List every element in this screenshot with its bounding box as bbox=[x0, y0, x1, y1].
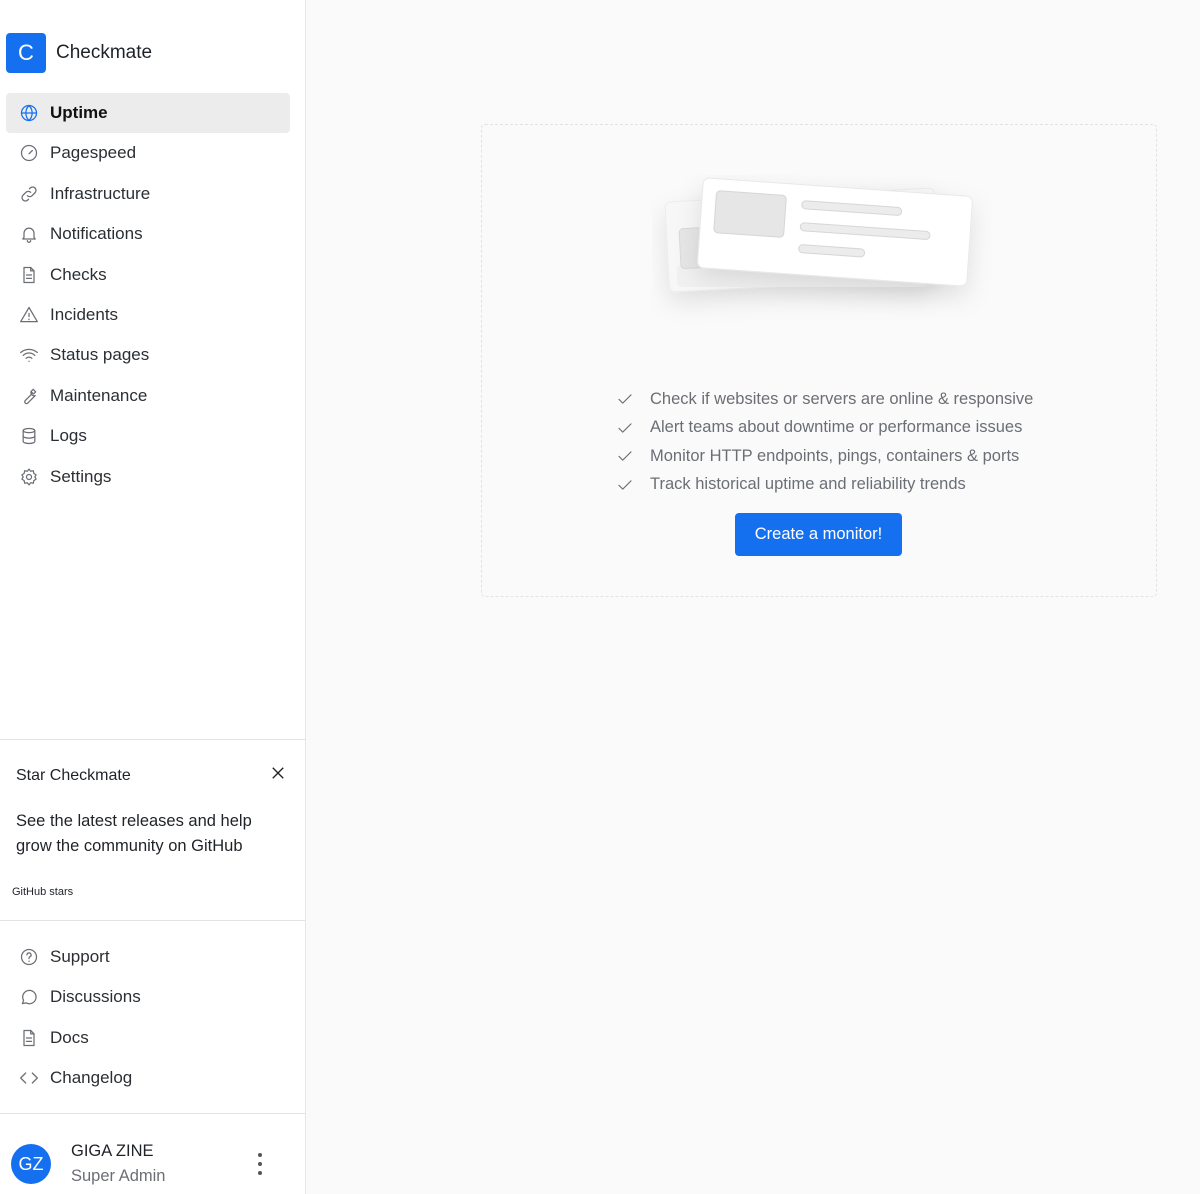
empty-state-illustration bbox=[652, 175, 992, 335]
star-card-title: Star Checkmate bbox=[16, 767, 131, 784]
sidebar-item-label: Docs bbox=[50, 1027, 89, 1047]
globe-icon bbox=[19, 103, 39, 123]
user-profile: GZ GIGA ZINE Super Admin bbox=[0, 1114, 305, 1194]
sidebar-item-label: Uptime bbox=[50, 103, 108, 122]
create-monitor-button[interactable]: Create a monitor! bbox=[735, 513, 902, 556]
sidebar-item-support[interactable]: Support bbox=[6, 937, 290, 977]
sidebar-item-status-pages[interactable]: Status pages bbox=[6, 335, 290, 375]
feature-item: Monitor HTTP endpoints, pings, container… bbox=[616, 442, 1076, 471]
sidebar-item-label: Incidents bbox=[50, 304, 119, 324]
more-vertical-icon[interactable] bbox=[250, 1150, 270, 1178]
sidebar-item-label: Changelog bbox=[50, 1068, 133, 1088]
sidebar-item-docs[interactable]: Docs bbox=[6, 1018, 290, 1058]
wrench-icon bbox=[19, 386, 39, 406]
feature-item: Track historical uptime and reliability … bbox=[616, 471, 1076, 500]
sidebar-item-label: Status pages bbox=[50, 345, 150, 365]
database-icon bbox=[19, 426, 39, 446]
code-icon bbox=[19, 1068, 39, 1088]
feature-text: Check if websites or servers are online … bbox=[650, 389, 1034, 408]
sidebar-item-logs[interactable]: Logs bbox=[6, 416, 290, 456]
sidebar-item-uptime[interactable]: Uptime bbox=[6, 93, 290, 133]
gauge-icon bbox=[19, 143, 39, 163]
brand-name: Checkmate bbox=[56, 42, 153, 63]
sidebar-item-settings[interactable]: Settings bbox=[6, 457, 290, 497]
sidebar-item-checks[interactable]: Checks bbox=[6, 255, 290, 295]
document-icon bbox=[19, 1028, 39, 1048]
link-icon bbox=[19, 184, 39, 204]
bell-icon bbox=[19, 224, 39, 244]
support-links: Support Discussions Docs Changelog bbox=[6, 937, 290, 1099]
sidebar-item-incidents[interactable]: Incidents bbox=[6, 295, 290, 335]
check-icon bbox=[616, 419, 634, 437]
feature-item: Alert teams about downtime or performanc… bbox=[616, 414, 1076, 443]
sidebar-item-label: Notifications bbox=[50, 224, 143, 244]
sidebar-item-infrastructure[interactable]: Infrastructure bbox=[6, 174, 290, 214]
document-icon bbox=[19, 265, 39, 285]
main-nav: Uptime Pagespeed Infrastructure Notifica… bbox=[6, 93, 290, 497]
sidebar: C Checkmate Uptime Pagespeed Infrastruct… bbox=[0, 0, 306, 1194]
feature-item: Check if websites or servers are online … bbox=[616, 385, 1076, 414]
sidebar-item-label: Discussions bbox=[50, 987, 141, 1007]
sidebar-item-label: Pagespeed bbox=[50, 143, 137, 163]
gear-icon bbox=[19, 467, 39, 487]
close-icon[interactable] bbox=[266, 761, 290, 785]
feature-list: Check if websites or servers are online … bbox=[616, 385, 1076, 499]
sidebar-item-label: Logs bbox=[50, 426, 87, 446]
check-icon bbox=[616, 390, 634, 408]
warning-icon bbox=[19, 305, 39, 325]
sidebar-item-notifications[interactable]: Notifications bbox=[6, 214, 290, 254]
star-card: Star Checkmate See the latest releases a… bbox=[0, 741, 305, 921]
star-card-description: See the latest releases and help grow th… bbox=[16, 812, 252, 855]
feature-text: Monitor HTTP endpoints, pings, container… bbox=[650, 446, 1020, 465]
sidebar-divider bbox=[0, 920, 305, 921]
brand[interactable]: C Checkmate bbox=[6, 33, 152, 73]
feature-text: Alert teams about downtime or performanc… bbox=[650, 418, 1023, 437]
chat-icon bbox=[19, 987, 39, 1007]
question-icon bbox=[19, 947, 39, 967]
github-stars-label: GitHub stars bbox=[12, 886, 74, 898]
feature-text: Track historical uptime and reliability … bbox=[650, 475, 966, 494]
sidebar-item-label: Infrastructure bbox=[50, 183, 151, 203]
sidebar-item-changelog[interactable]: Changelog bbox=[6, 1058, 290, 1098]
sidebar-item-label: Settings bbox=[50, 466, 112, 486]
sidebar-item-maintenance[interactable]: Maintenance bbox=[6, 376, 290, 416]
sidebar-item-discussions[interactable]: Discussions bbox=[6, 977, 290, 1017]
check-icon bbox=[616, 476, 634, 494]
avatar[interactable]: GZ bbox=[11, 1144, 51, 1184]
user-name: GIGA ZINE bbox=[71, 1142, 154, 1160]
brand-logo: C bbox=[6, 33, 46, 73]
sidebar-item-label: Checks bbox=[50, 264, 107, 284]
sidebar-item-pagespeed[interactable]: Pagespeed bbox=[6, 133, 290, 173]
wifi-icon bbox=[19, 345, 39, 365]
empty-state-card: Check if websites or servers are online … bbox=[481, 124, 1157, 597]
user-role: Super Admin bbox=[71, 1167, 166, 1185]
sidebar-item-label: Support bbox=[50, 947, 110, 966]
check-icon bbox=[616, 447, 634, 465]
sidebar-item-label: Maintenance bbox=[50, 385, 148, 405]
sidebar-divider bbox=[0, 739, 305, 740]
